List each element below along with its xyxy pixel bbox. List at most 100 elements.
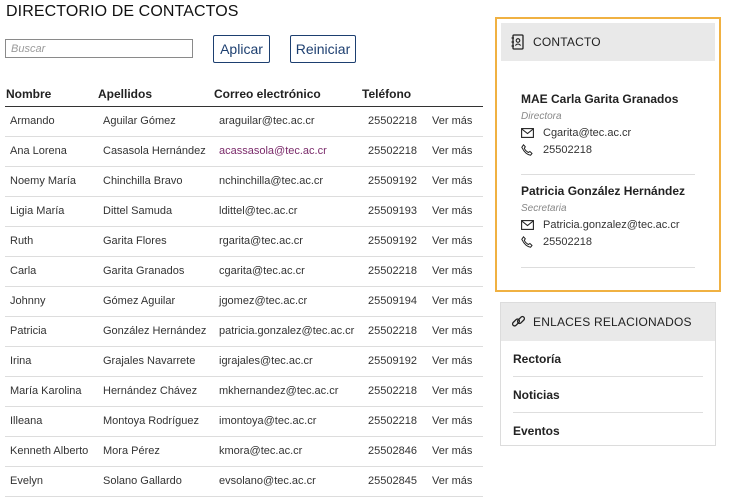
- see-more-link[interactable]: Ver más: [432, 205, 472, 217]
- cell-email-link[interactable]: acassasola@tec.ac.cr: [219, 145, 327, 157]
- cell-email-link[interactable]: araguilar@tec.ac.cr: [219, 115, 315, 127]
- cell-phone: 25509192: [368, 235, 417, 247]
- cell-name: Noemy María: [10, 175, 77, 187]
- cell-phone: 25509193: [368, 205, 417, 217]
- divider: [521, 174, 695, 175]
- search-input[interactable]: [5, 39, 193, 58]
- cell-phone: 25502218: [368, 145, 417, 157]
- table-row: Kenneth Alberto Mora Pérez kmora@tec.ac.…: [5, 437, 483, 467]
- table-row: Patricia González Hernández patricia.gon…: [5, 317, 483, 347]
- person-email-link[interactable]: Patricia.gonzalez@tec.ac.cr: [543, 219, 680, 231]
- cell-email-link[interactable]: ldittel@tec.ac.cr: [219, 205, 297, 217]
- contact-panel: CONTACTO MAE Carla Garita Granados Direc…: [495, 17, 721, 292]
- cell-email-link[interactable]: kmora@tec.ac.cr: [219, 445, 302, 457]
- cell-last-name: Hernández Chávez: [103, 385, 198, 397]
- header-email[interactable]: Correo electrónico: [214, 87, 321, 101]
- table-row: María Karolina Hernández Chávez mkhernan…: [5, 377, 483, 407]
- table-row: Ana Lorena Casasola Hernández acassasola…: [5, 137, 483, 167]
- person-phone-line: 25502218: [521, 144, 695, 156]
- cell-email-link[interactable]: nchinchilla@tec.ac.cr: [219, 175, 323, 187]
- table-row: Irina Grajales Navarrete igrajales@tec.a…: [5, 347, 483, 377]
- see-more-link[interactable]: Ver más: [432, 355, 472, 367]
- reset-button[interactable]: Reiniciar: [290, 35, 356, 63]
- person-phone: 25502218: [543, 236, 592, 248]
- table-header: Nombre Apellidos Correo electrónico Telé…: [5, 83, 483, 107]
- related-link[interactable]: Rectoría: [513, 341, 703, 377]
- cell-last-name: González Hernández: [103, 325, 207, 337]
- page-title: DIRECTORIO DE CONTACTOS: [6, 3, 239, 20]
- cell-last-name: Garita Granados: [103, 265, 185, 277]
- person-email-link[interactable]: Cgarita@tec.ac.cr: [543, 127, 631, 139]
- cell-phone: 25509194: [368, 295, 417, 307]
- person-email-line: Cgarita@tec.ac.cr: [521, 127, 695, 139]
- cell-name: María Karolina: [10, 385, 82, 397]
- table-row: Evelyn Solano Gallardo evsolano@tec.ac.c…: [5, 467, 483, 497]
- address-book-icon: [511, 34, 525, 50]
- cell-email-link[interactable]: imontoya@tec.ac.cr: [219, 415, 316, 427]
- table-row: Carla Garita Granados cgarita@tec.ac.cr …: [5, 257, 483, 287]
- related-links-header: ENLACES RELACIONADOS: [501, 303, 715, 341]
- cell-last-name: Solano Gallardo: [103, 475, 182, 487]
- cell-last-name: Mora Pérez: [103, 445, 160, 457]
- cell-email-link[interactable]: patricia.gonzalez@tec.ac.cr: [219, 325, 354, 337]
- cell-email-link[interactable]: mkhernandez@tec.ac.cr: [219, 385, 338, 397]
- cell-name: Evelyn: [10, 475, 44, 487]
- apply-button[interactable]: Aplicar: [213, 35, 270, 63]
- cell-email-link[interactable]: evsolano@tec.ac.cr: [219, 475, 316, 487]
- cell-last-name: Grajales Navarrete: [103, 355, 196, 367]
- related-link[interactable]: Eventos: [513, 413, 703, 449]
- cell-phone: 25509192: [368, 355, 417, 367]
- person-phone: 25502218: [543, 144, 592, 156]
- related-link[interactable]: Noticias: [513, 377, 703, 413]
- see-more-link[interactable]: Ver más: [432, 415, 472, 427]
- contact-panel-header: CONTACTO: [501, 23, 715, 61]
- envelope-icon: [521, 219, 537, 231]
- cell-phone: 25502218: [368, 325, 417, 337]
- contacts-table: Nombre Apellidos Correo electrónico Telé…: [5, 83, 483, 497]
- cell-phone: 25502218: [368, 415, 417, 427]
- table-row: Ruth Garita Flores rgarita@tec.ac.cr 255…: [5, 227, 483, 257]
- cell-last-name: Chinchilla Bravo: [103, 175, 183, 187]
- person-role: Secretaria: [521, 203, 567, 214]
- see-more-link[interactable]: Ver más: [432, 265, 472, 277]
- header-name[interactable]: Nombre: [6, 87, 51, 101]
- see-more-link[interactable]: Ver más: [432, 175, 472, 187]
- see-more-link[interactable]: Ver más: [432, 475, 472, 487]
- related-links-title: ENLACES RELACIONADOS: [533, 315, 692, 329]
- see-more-link[interactable]: Ver más: [432, 295, 472, 307]
- contact-person: Patricia González Hernández Secretaria P…: [521, 184, 695, 268]
- table-row: Armando Aguilar Gómez araguilar@tec.ac.c…: [5, 107, 483, 137]
- see-more-link[interactable]: Ver más: [432, 385, 472, 397]
- cell-name: Patricia: [10, 325, 47, 337]
- header-last-name[interactable]: Apellidos: [98, 87, 152, 101]
- contact-person: MAE Carla Garita Granados Directora Cgar…: [521, 92, 695, 156]
- cell-email-link[interactable]: cgarita@tec.ac.cr: [219, 265, 305, 277]
- cell-name: Johnny: [10, 295, 46, 307]
- cell-last-name: Dittel Samuda: [103, 205, 173, 217]
- person-email-line: Patricia.gonzalez@tec.ac.cr: [521, 219, 695, 231]
- cell-email-link[interactable]: jgomez@tec.ac.cr: [219, 295, 307, 307]
- see-more-link[interactable]: Ver más: [432, 145, 472, 157]
- cell-phone: 25502218: [368, 115, 417, 127]
- cell-last-name: Garita Flores: [103, 235, 167, 247]
- see-more-link[interactable]: Ver más: [432, 325, 472, 337]
- cell-email-link[interactable]: rgarita@tec.ac.cr: [219, 235, 303, 247]
- header-phone[interactable]: Teléfono: [362, 87, 411, 101]
- cell-name: Illeana: [10, 415, 43, 427]
- cell-email-link[interactable]: igrajales@tec.ac.cr: [219, 355, 313, 367]
- cell-name: Kenneth Alberto: [10, 445, 89, 457]
- cell-name: Ligia María: [10, 205, 65, 217]
- cell-phone: 25502218: [368, 385, 417, 397]
- table-row: Ligia María Dittel Samuda ldittel@tec.ac…: [5, 197, 483, 227]
- see-more-link[interactable]: Ver más: [432, 115, 472, 127]
- phone-icon: [521, 144, 537, 156]
- cell-last-name: Casasola Hernández: [103, 145, 206, 157]
- person-role: Directora: [521, 111, 562, 122]
- see-more-link[interactable]: Ver más: [432, 235, 472, 247]
- see-more-link[interactable]: Ver más: [432, 445, 472, 457]
- cell-last-name: Montoya Rodríguez: [103, 415, 199, 427]
- cell-last-name: Aguilar Gómez: [103, 115, 176, 127]
- cell-name: Carla: [10, 265, 37, 277]
- cell-name: Irina: [10, 355, 32, 367]
- person-name: MAE Carla Garita Granados: [521, 92, 679, 106]
